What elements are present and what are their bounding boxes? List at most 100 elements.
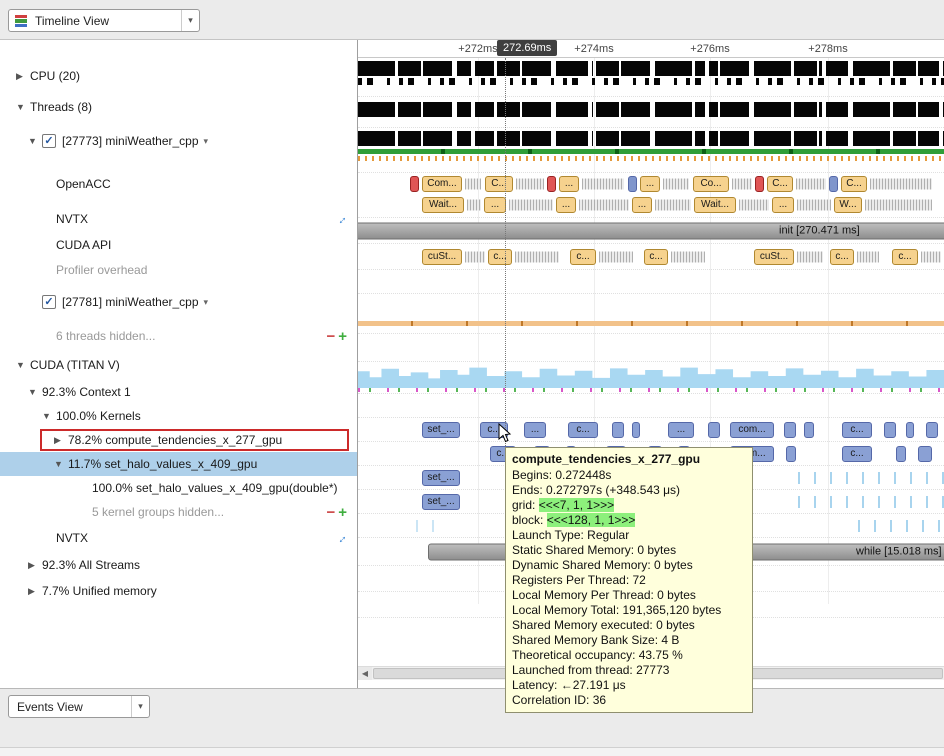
- tree-row-nvtx-27773[interactable]: NVTX↔: [0, 206, 357, 232]
- timeline-segment[interactable]: [547, 176, 556, 192]
- track-nvtx-27773[interactable]: init [270.471 ms]: [358, 218, 944, 244]
- timeline-segment[interactable]: [663, 179, 689, 190]
- timeline-block[interactable]: ...: [668, 422, 694, 438]
- ruler[interactable]: 272.69ms 0s+272ms+274ms+276ms+278ms: [358, 40, 944, 58]
- timeline-block[interactable]: c...: [842, 422, 872, 438]
- timeline-segment[interactable]: [786, 446, 796, 462]
- checkbox[interactable]: ✓: [42, 134, 56, 148]
- tree-row-nvtx-cuda[interactable]: NVTX↔: [0, 524, 357, 552]
- timeline-segment[interactable]: [579, 200, 629, 211]
- expander-icon[interactable]: ▼: [42, 411, 56, 421]
- tree-row-threads[interactable]: ▼Threads (8): [0, 94, 357, 120]
- timeline-segment[interactable]: [857, 251, 879, 262]
- timeline-block[interactable]: set_...: [422, 494, 460, 510]
- expander-icon[interactable]: ▶: [54, 435, 68, 446]
- resize-row-icon[interactable]: ↔: [332, 529, 350, 547]
- timeline-segment[interactable]: [599, 251, 633, 262]
- timeline-segment[interactable]: [870, 179, 932, 190]
- timeline-view-selector[interactable]: Timeline View ▾: [8, 9, 200, 32]
- timeline-segment[interactable]: [732, 179, 752, 190]
- timeline-block[interactable]: c...: [842, 446, 872, 462]
- timeline-block[interactable]: C...: [767, 176, 793, 192]
- scroll-left-button[interactable]: ◀: [358, 667, 372, 680]
- events-view-selector[interactable]: Events View ▾: [8, 695, 150, 718]
- timeline-segment[interactable]: [884, 422, 896, 438]
- timeline-segment[interactable]: [671, 251, 705, 262]
- tree-row-all-streams[interactable]: ▶92.3% All Streams: [0, 552, 357, 578]
- chevron-down-icon[interactable]: ▾: [204, 136, 209, 147]
- tree-row-cpu[interactable]: ▶CPU (20): [0, 58, 357, 94]
- tree-row-cuda-device[interactable]: ▼CUDA (TITAN V): [0, 350, 357, 380]
- timeline-block[interactable]: ...: [556, 197, 576, 213]
- timeline-segment[interactable]: [582, 179, 624, 190]
- timeline-block[interactable]: Co...: [693, 176, 729, 192]
- timeline-block[interactable]: cuSt...: [422, 249, 462, 265]
- timeline-segment[interactable]: [509, 200, 553, 211]
- timeline-segment[interactable]: [655, 200, 691, 211]
- tree-row-compute-tendencies[interactable]: ▶78.2% compute_tendencies_x_277_gpu: [0, 428, 357, 452]
- timeline-segment[interactable]: [796, 179, 826, 190]
- timeline-segment[interactable]: [797, 251, 823, 262]
- track-threads[interactable]: [358, 102, 944, 128]
- timeline-segment[interactable]: [921, 251, 941, 262]
- tree-row-kernels[interactable]: ▼100.0% Kernels: [0, 404, 357, 428]
- timeline-segment[interactable]: [410, 176, 419, 192]
- tree-row-set-halo[interactable]: ▼11.7% set_halo_values_x_409_gpu: [0, 452, 357, 476]
- track-profiler-overhead[interactable]: [358, 270, 944, 294]
- timeline-segment[interactable]: [465, 179, 481, 190]
- timeline-block[interactable]: com...: [730, 422, 774, 438]
- track-kernels[interactable]: set_...c......c......com...c...: [358, 418, 944, 442]
- timeline-block[interactable]: ...: [772, 197, 794, 213]
- expander-icon[interactable]: ▼: [16, 360, 30, 370]
- timeline-block[interactable]: ...: [632, 197, 652, 213]
- checkbox[interactable]: ✓: [42, 295, 56, 309]
- timeline-block[interactable]: cuSt...: [754, 249, 794, 265]
- timeline-segment[interactable]: [926, 422, 938, 438]
- expander-icon[interactable]: ▼: [54, 459, 68, 469]
- track-context-1[interactable]: [358, 394, 944, 418]
- timeline-segment[interactable]: [906, 422, 914, 438]
- timeline-block[interactable]: C...: [841, 176, 867, 192]
- track-thread-27773[interactable]: [358, 131, 944, 173]
- chevron-down-icon[interactable]: ▾: [181, 10, 199, 31]
- timeline-segment[interactable]: [739, 200, 769, 211]
- timeline-block[interactable]: c...: [488, 249, 512, 265]
- tree-row-context-1[interactable]: ▼92.3% Context 1: [0, 380, 357, 404]
- timeline-block[interactable]: W...: [834, 197, 862, 213]
- hide-rows-button[interactable]: −: [326, 328, 335, 345]
- tree-row-set-halo-double[interactable]: 100.0% set_halo_values_x_409_gpu(double*…: [0, 476, 357, 500]
- timeline-segment[interactable]: [632, 422, 640, 438]
- timeline-block[interactable]: Com...: [422, 176, 462, 192]
- resize-row-icon[interactable]: ↔: [332, 210, 350, 228]
- timeline-block[interactable]: c...: [892, 249, 918, 265]
- timeline-block[interactable]: c...: [570, 249, 596, 265]
- timeline-segment[interactable]: [628, 176, 637, 192]
- timeline-block[interactable]: c...: [830, 249, 854, 265]
- track-thread-27781[interactable]: [358, 294, 944, 334]
- expander-icon[interactable]: ▼: [16, 102, 30, 112]
- expander-icon[interactable]: ▶: [28, 586, 42, 597]
- chevron-down-icon[interactable]: ▾: [131, 696, 149, 717]
- expander-icon[interactable]: ▼: [28, 136, 42, 146]
- tree-row-profiler-overhead[interactable]: Profiler overhead: [0, 258, 357, 282]
- expander-icon[interactable]: ▼: [28, 387, 42, 397]
- timeline-segment[interactable]: [804, 422, 814, 438]
- show-rows-button[interactable]: +: [338, 328, 347, 345]
- timeline-block[interactable]: ...: [640, 176, 660, 192]
- timeline-segment[interactable]: [465, 251, 485, 262]
- timeline-segment[interactable]: [708, 422, 720, 438]
- tree-row-openacc[interactable]: OpenACC: [0, 162, 357, 206]
- timeline-segment[interactable]: [797, 200, 831, 211]
- timeline-block[interactable]: c...: [644, 249, 668, 265]
- timeline-segment[interactable]: [755, 176, 764, 192]
- hide-rows-button[interactable]: −: [326, 504, 335, 521]
- timeline-segment[interactable]: [896, 446, 906, 462]
- show-rows-button[interactable]: +: [338, 504, 347, 521]
- timeline-segment[interactable]: [784, 422, 796, 438]
- timeline-segment[interactable]: [515, 251, 559, 262]
- timeline-segment[interactable]: [865, 200, 932, 211]
- tree-row-cuda-api[interactable]: CUDA API: [0, 232, 357, 258]
- track-cpu[interactable]: [358, 61, 944, 97]
- timeline-block[interactable]: ...: [524, 422, 546, 438]
- tree-row-unified-memory[interactable]: ▶7.7% Unified memory: [0, 578, 357, 604]
